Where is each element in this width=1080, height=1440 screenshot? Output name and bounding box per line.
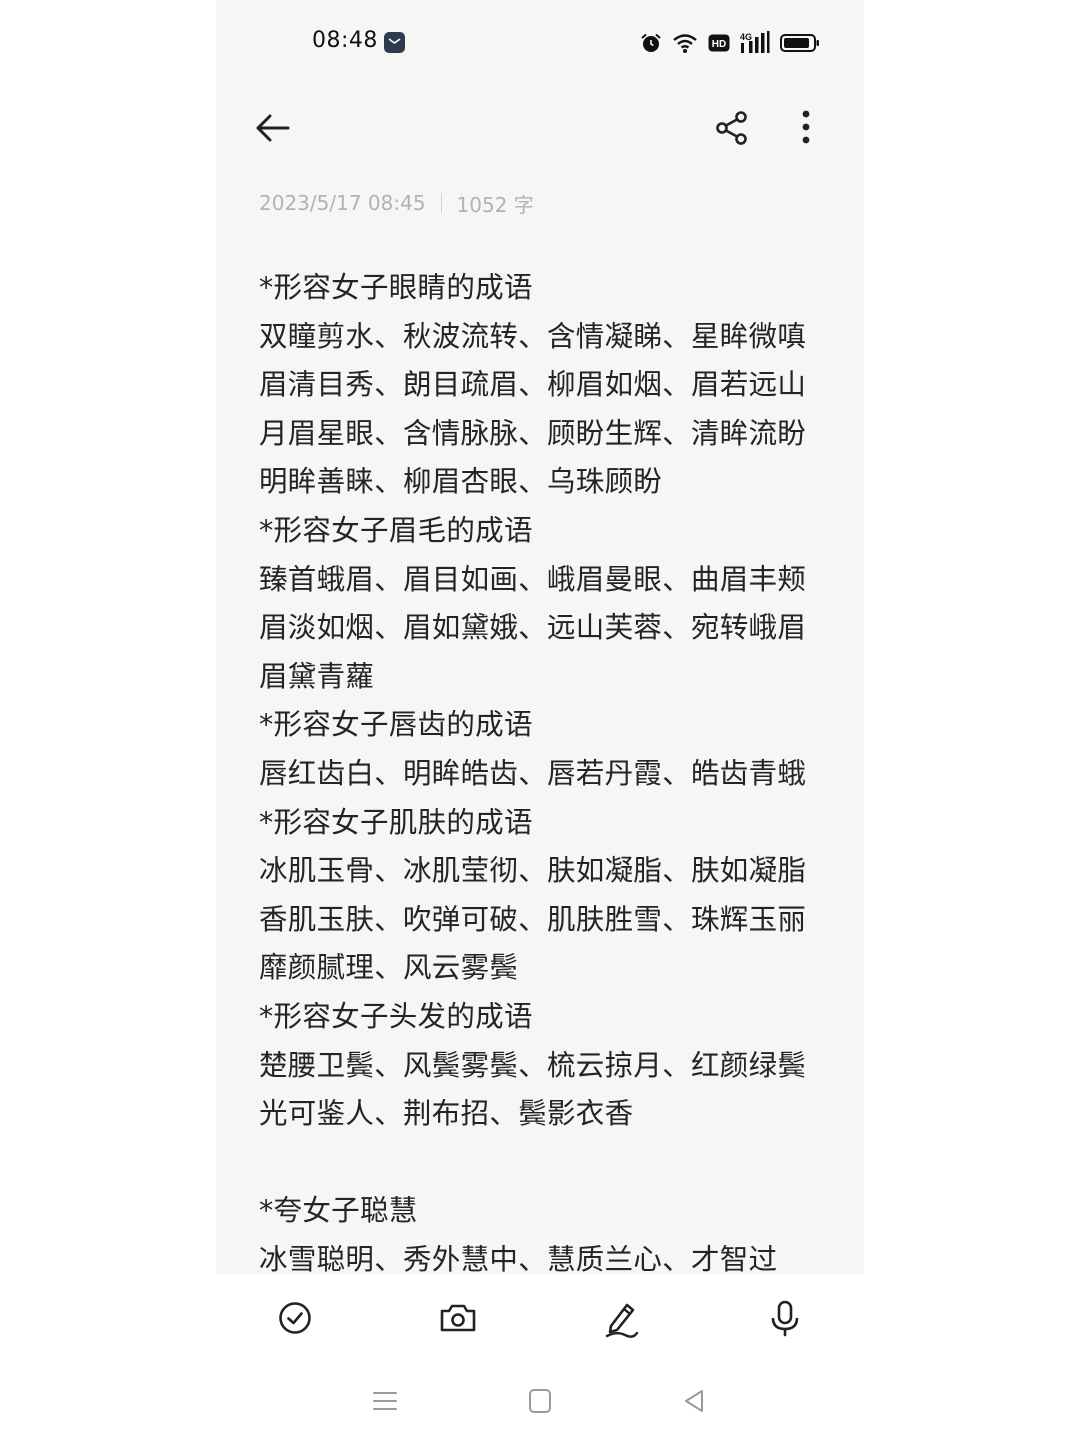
nav-back-button[interactable]	[680, 1386, 710, 1416]
note-meta: 2023/5/17 08:45 1052 字	[259, 188, 534, 218]
checklist-icon	[279, 1302, 311, 1334]
note-line: *形容女子唇齿的成语	[259, 708, 533, 742]
note-line: 香肌玉肤、吹弹可破、肌肤胜雪、珠辉玉丽	[259, 902, 807, 936]
note-line: 唇红齿白、明眸皓齿、唇若丹霞、皓齿青蛾	[259, 756, 807, 790]
note-word-count: 1052 字	[456, 192, 534, 217]
note-line: *夸女子聪慧	[259, 1194, 418, 1228]
home-icon	[529, 1389, 551, 1413]
share-icon	[716, 111, 747, 145]
microphone-icon	[771, 1300, 799, 1337]
meta-divider	[440, 193, 442, 213]
back-arrow-icon	[256, 114, 290, 142]
note-line: *形容女子肌肤的成语	[259, 805, 533, 839]
back-button[interactable]	[250, 106, 298, 150]
note-line: 光可鉴人、荆布招、鬓影衣香	[259, 1097, 634, 1131]
note-blank-line	[259, 1139, 829, 1188]
status-time: 08:48	[312, 28, 378, 53]
handwriting-button[interactable]	[599, 1296, 643, 1340]
camera-icon	[440, 1304, 476, 1332]
note-line: 月眉星眼、含情脉脉、顾盼生辉、清眸流盼	[259, 416, 807, 450]
note-line: *形容女子头发的成语	[259, 999, 533, 1033]
wifi-icon	[672, 32, 698, 54]
back-triangle-icon	[685, 1390, 703, 1412]
chat-notification-icon	[384, 32, 405, 53]
hd-icon: HD	[708, 34, 730, 52]
battery-icon	[780, 33, 820, 53]
note-line: 楚腰卫鬓、风鬓雾鬓、梳云掠月、红颜绿鬓	[259, 1048, 807, 1082]
svg-text:4G: 4G	[740, 32, 752, 42]
note-line: *形容女子眉毛的成语	[259, 513, 533, 547]
note-line: 明眸善睐、柳眉杏眼、乌珠顾盼	[259, 465, 663, 499]
more-options-button[interactable]	[782, 104, 830, 152]
phone-screen: 08:48 HD 4G 2023/5/17 08:45 1052 字 *形容女子…	[216, 0, 864, 1440]
recent-apps-button[interactable]	[370, 1386, 400, 1416]
handwriting-pen-icon	[605, 1303, 639, 1338]
app-header	[216, 96, 864, 160]
note-body[interactable]: *形容女子眼睛的成语 双瞳剪水、秋波流转、含情凝睇、星眸微嗔 眉清目秀、朗目疏眉…	[259, 264, 829, 1274]
home-button[interactable]	[525, 1386, 555, 1416]
note-line: 臻首蛾眉、眉目如画、峨眉曼眼、曲眉丰颊	[259, 562, 807, 596]
editor-toolbar	[216, 1274, 864, 1364]
note-line: 眉清目秀、朗目疏眉、柳眉如烟、眉若远山	[259, 368, 807, 402]
alarm-icon	[640, 32, 662, 54]
note-line: 靡颜腻理、风云雾鬓	[259, 951, 519, 985]
signal-4g-icon: 4G	[740, 31, 770, 55]
camera-button[interactable]	[436, 1296, 480, 1340]
note-datetime: 2023/5/17 08:45	[259, 191, 426, 215]
note-line: *形容女子眼睛的成语	[259, 271, 533, 304]
note-line: 双瞳剪水、秋波流转、含情凝睇、星眸微嗔	[259, 319, 807, 353]
system-nav-bar	[216, 1364, 864, 1440]
voice-input-button[interactable]	[763, 1296, 807, 1340]
note-line: 冰肌玉骨、冰肌莹彻、肤如凝脂、肤如凝脂	[259, 854, 807, 888]
note-line: 眉黛青蘿	[259, 659, 375, 693]
status-icons: HD 4G	[640, 30, 820, 56]
note-line: 冰雪聪明、秀外慧中、慧质兰心、才智过	[259, 1242, 778, 1274]
recent-apps-icon	[373, 1392, 397, 1410]
svg-text:HD: HD	[712, 39, 726, 50]
more-vertical-icon	[802, 110, 810, 144]
share-button[interactable]	[708, 104, 756, 152]
status-bar: 08:48 HD 4G	[216, 0, 864, 86]
checklist-button[interactable]	[273, 1296, 317, 1340]
note-line: 眉淡如烟、眉如黛娥、远山芙蓉、宛转峨眉	[259, 611, 807, 645]
